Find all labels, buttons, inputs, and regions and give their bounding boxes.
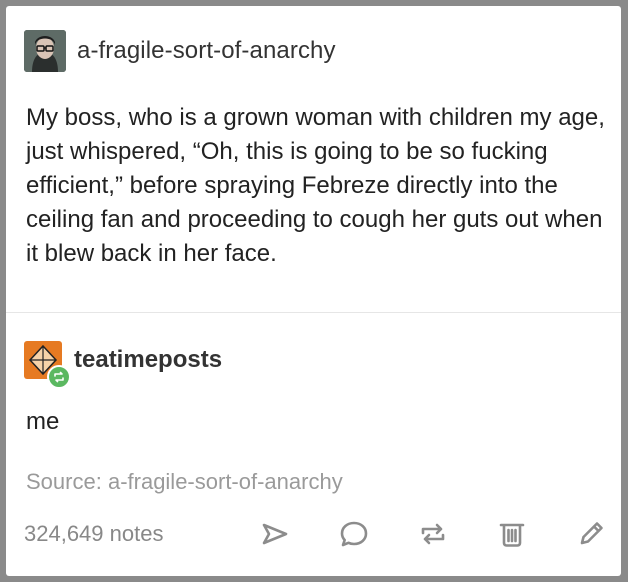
source-label: Source: — [26, 469, 102, 494]
reblog-text: me — [26, 408, 60, 435]
avatar[interactable] — [24, 30, 66, 72]
post-actions — [256, 514, 610, 554]
avatar-image — [24, 30, 66, 72]
share-icon[interactable] — [256, 515, 294, 553]
reblog-username[interactable]: teatimeposts — [74, 346, 222, 374]
divider — [6, 312, 621, 313]
reply-icon[interactable] — [335, 515, 373, 553]
post-username[interactable]: a-fragile-sort-of-anarchy — [77, 37, 336, 65]
reblog-avatar[interactable] — [24, 341, 71, 389]
source-line: Source: a-fragile-sort-of-anarchy — [26, 469, 343, 495]
reblog-icon[interactable] — [414, 515, 452, 553]
reblog-badge-icon — [47, 365, 71, 389]
delete-icon[interactable] — [493, 515, 531, 553]
post-footer: 324,649 notes — [24, 514, 604, 554]
post-body-text: My boss, who is a grown woman with child… — [26, 104, 605, 267]
source-link[interactable]: a-fragile-sort-of-anarchy — [108, 469, 343, 494]
notes-count[interactable]: 324,649 notes — [24, 521, 163, 547]
post-card: a-fragile-sort-of-anarchy My boss, who i… — [6, 6, 621, 576]
reblog-header: teatimeposts — [24, 339, 222, 389]
edit-icon[interactable] — [572, 515, 610, 553]
post-header: a-fragile-sort-of-anarchy — [24, 30, 336, 72]
